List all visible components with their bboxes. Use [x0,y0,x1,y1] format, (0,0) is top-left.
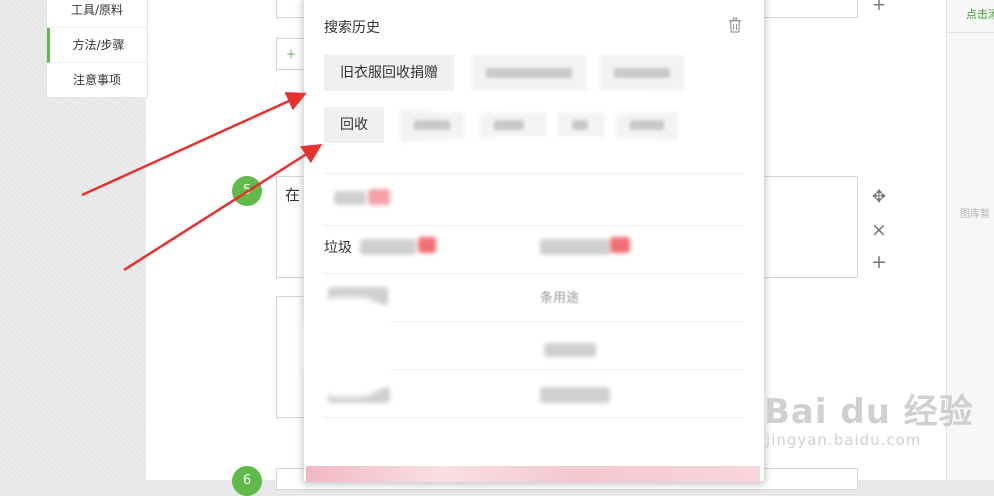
suggestion-blur [360,239,416,255]
history-chip[interactable] [600,55,684,91]
blur-smudge [304,297,394,397]
trash-icon[interactable] [728,17,742,33]
history-chip[interactable] [472,55,586,91]
suggestion-item[interactable]: 垃圾 [324,237,352,257]
watermark-url: jingyan.baidu.com [766,431,922,449]
gallery-note: 图库暂 [960,209,990,220]
divider [324,173,744,174]
history-chip[interactable]: 回收 [324,107,384,143]
suggestion-badge [368,189,390,205]
add-image-link[interactable]: 点击添加 [966,6,994,22]
nav-item-label: 工具/原料 [70,3,124,17]
nav-item-notes[interactable]: 注意事项 [47,63,147,97]
step-text: 在 [285,186,301,204]
nav-item-label: 方法/步骤 [72,38,125,52]
move-icon[interactable]: ✥ [870,188,888,206]
blur-smudge [394,93,714,113]
search-history-title: 搜索历史 [324,20,380,36]
suggestion-blur [540,239,610,255]
add-step-icon[interactable]: + [870,0,888,14]
suggestion-blur [544,343,596,357]
divider [324,417,744,418]
nav-item-steps[interactable]: 方法/步骤 [47,28,147,63]
suggestion-badge [610,237,630,253]
divider [324,225,744,226]
suggestion-blur [540,387,610,403]
add-icon[interactable]: + [870,253,888,272]
watermark-brand: Bai du 经验 [764,392,974,432]
step-number-badge: 6 [232,466,262,496]
divider [324,273,744,274]
step-number-badge: 5 [232,176,262,206]
step-image-thumbnail[interactable] [276,296,306,418]
blur-smudge [404,137,704,163]
nav-item-tools[interactable]: 工具/原料 [47,0,147,28]
nav-item-label: 注意事项 [72,73,121,87]
history-chip[interactable]: 旧衣服回收捐赠 [324,55,454,91]
suggestion-badge [418,237,436,253]
left-nav: 工具/原料 方法/步骤 注意事项 [46,0,148,98]
suggestion-blur [334,191,366,205]
add-image-button[interactable]: + [276,38,306,70]
baidu-jingyan-watermark: Bai du 经验 jingyan.baidu.com [764,384,974,449]
suggestion-item[interactable]: 条用途 [540,287,579,306]
divider [947,32,994,33]
search-dropdown: 搜索历史 旧衣服回收捐赠 回收 垃圾 条用途 [303,0,765,482]
close-icon[interactable]: × [870,221,888,240]
history-chip[interactable] [400,107,464,143]
